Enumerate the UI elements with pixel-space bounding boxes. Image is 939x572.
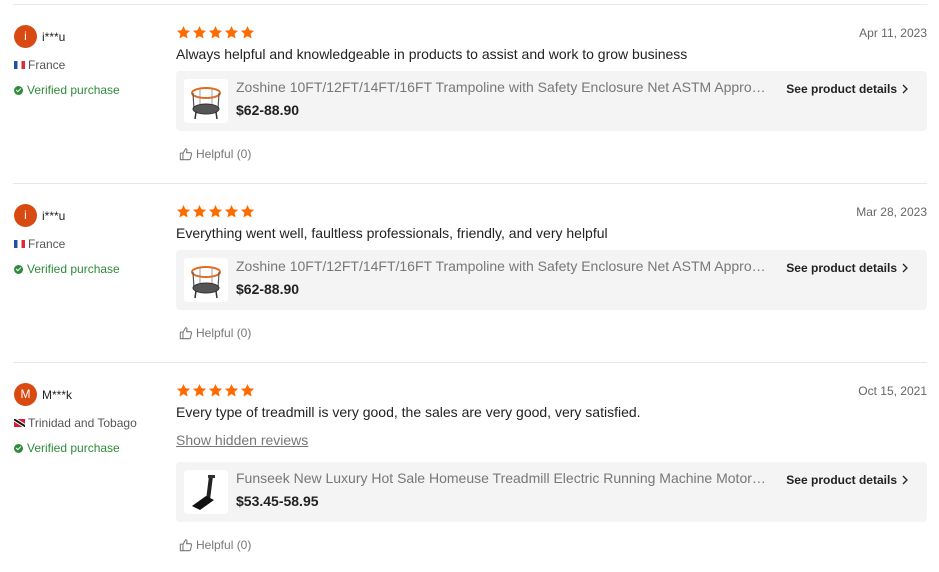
see-product-details-label: See product details (786, 82, 897, 96)
star-rating (176, 383, 255, 398)
star-icon (208, 204, 223, 218)
thumbs-up-icon (179, 539, 193, 552)
treadmill-image (184, 470, 228, 514)
see-product-details-link[interactable]: See product details (786, 82, 908, 96)
star-icon (240, 383, 255, 397)
country-label: Trinidad and Tobago (28, 416, 137, 430)
reviewer-country: Trinidad and Tobago (14, 416, 137, 430)
star-icon (208, 383, 223, 397)
star-icon (224, 25, 239, 39)
verified-label: Verified purchase (27, 262, 120, 276)
star-icon (208, 25, 223, 39)
review-text: Everything went well, faultless professi… (176, 225, 608, 241)
verified-purchase-badge: Verified purchase (14, 262, 120, 276)
thumbs-up-icon (179, 148, 193, 161)
review-date: Oct 15, 2021 (858, 384, 927, 398)
verified-label: Verified purchase (27, 441, 120, 455)
avatar: M (14, 383, 37, 406)
star-icon (192, 25, 207, 39)
product-price: $62-88.90 (236, 102, 300, 118)
thumbs-up-icon (179, 327, 193, 340)
see-product-details-label: See product details (786, 473, 897, 487)
country-label: France (28, 58, 66, 72)
verified-purchase-badge: Verified purchase (14, 83, 120, 97)
check-circle-icon (14, 264, 23, 274)
star-icon (224, 204, 239, 218)
france-flag-icon (14, 240, 25, 248)
star-icon (240, 25, 255, 39)
reviewer-name: i***u (42, 209, 66, 223)
helpful-button[interactable]: Helpful (0) (179, 147, 251, 161)
verified-label: Verified purchase (27, 83, 120, 97)
helpful-label: Helpful (0) (196, 147, 252, 161)
star-rating (176, 25, 255, 40)
product-title[interactable]: Zoshine 10FT/12FT/14FT/16FT Trampoline w… (236, 258, 766, 274)
review-date: Mar 28, 2023 (856, 205, 927, 219)
helpful-label: Helpful (0) (196, 326, 252, 340)
star-icon (192, 383, 207, 397)
reviewer-name: i***u (42, 30, 66, 44)
product-title[interactable]: Funseek New Luxury Hot Sale Homeuse Trea… (236, 470, 766, 486)
star-icon (176, 383, 191, 397)
product-card[interactable]: Zoshine 10FT/12FT/14FT/16FT Trampoline w… (176, 250, 927, 310)
chevron-right-icon (902, 475, 908, 485)
star-icon (176, 25, 191, 39)
product-price: $62-88.90 (236, 281, 300, 297)
france-flag-icon (14, 61, 25, 69)
product-price: $53.45-58.95 (236, 493, 319, 509)
see-product-details-link[interactable]: See product details (786, 261, 908, 275)
see-product-details-label: See product details (786, 261, 897, 275)
product-card[interactable]: Zoshine 10FT/12FT/14FT/16FT Trampoline w… (176, 71, 927, 131)
star-icon (176, 204, 191, 218)
helpful-button[interactable]: Helpful (0) (179, 538, 251, 552)
review-date: Apr 11, 2023 (859, 26, 927, 40)
helpful-button[interactable]: Helpful (0) (179, 326, 251, 340)
chevron-right-icon (902, 263, 908, 273)
check-circle-icon (14, 443, 23, 453)
review-text: Always helpful and knowledgeable in prod… (176, 46, 688, 62)
star-icon (240, 204, 255, 218)
helpful-label: Helpful (0) (196, 538, 252, 552)
avatar: i (14, 25, 37, 48)
see-product-details-link[interactable]: See product details (786, 473, 908, 487)
star-icon (224, 383, 239, 397)
reviewer-country: France (14, 58, 65, 72)
reviewer-name: M***k (42, 388, 73, 402)
review-text: Every type of treadmill is very good, th… (176, 404, 641, 420)
product-card[interactable]: Funseek New Luxury Hot Sale Homeuse Trea… (176, 462, 927, 522)
star-rating (176, 204, 255, 219)
avatar: i (14, 204, 37, 227)
country-label: France (28, 237, 66, 251)
review-item: M M***k Trinidad and Tobago Verified pur… (0, 358, 939, 572)
verified-purchase-badge: Verified purchase (14, 441, 120, 455)
trinidad-and-tobago-flag-icon (14, 419, 25, 427)
show-hidden-reviews-link[interactable]: Show hidden reviews (176, 432, 308, 448)
review-item: i i***u France Verified purchase Apr 11,… (0, 0, 939, 183)
product-title[interactable]: Zoshine 10FT/12FT/14FT/16FT Trampoline w… (236, 79, 766, 95)
star-icon (192, 204, 207, 218)
review-item: i i***u France Verified purchase Mar 28,… (0, 179, 939, 362)
trampoline-image (184, 79, 228, 123)
reviewer-country: France (14, 237, 65, 251)
chevron-right-icon (902, 84, 908, 94)
trampoline-image (184, 258, 228, 302)
check-circle-icon (14, 85, 23, 95)
